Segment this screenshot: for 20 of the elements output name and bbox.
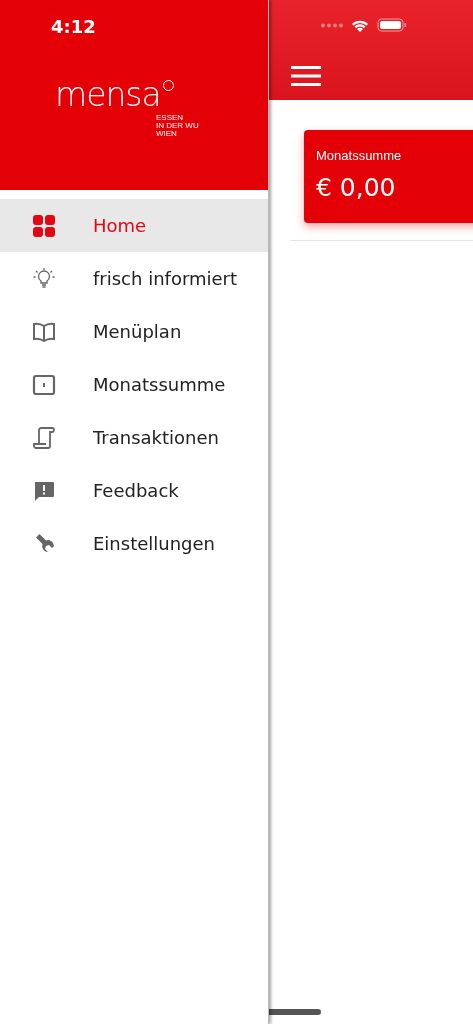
logo-tagline: ESSEN IN DER WU WIEN [156, 114, 199, 138]
menu-item[interactable]: Feedback [0, 464, 268, 517]
battery-icon [377, 18, 407, 32]
menu-item[interactable]: frisch informiert [0, 252, 268, 305]
card-amount: € 0,00 [316, 173, 397, 202]
logo-wordmark: mensa [55, 78, 161, 111]
lightbulb-icon [32, 266, 56, 291]
grid-icon [32, 213, 56, 238]
menu-item[interactable]: Monatssumme [0, 358, 268, 411]
scroll-icon [32, 425, 56, 450]
card-label: Monatssumme [316, 148, 403, 163]
wallet-icon [32, 372, 56, 397]
menu-item[interactable]: Home [0, 199, 268, 252]
menu-button[interactable] [291, 66, 321, 86]
wifi-icon [351, 18, 369, 32]
menu-item[interactable]: Menüplan [0, 305, 268, 358]
signal-icon [321, 22, 343, 28]
menu-item[interactable]: Einstellungen [0, 517, 268, 570]
menu-item[interactable]: Transaktionen [0, 411, 268, 464]
status-time: 4:12 [51, 16, 96, 37]
